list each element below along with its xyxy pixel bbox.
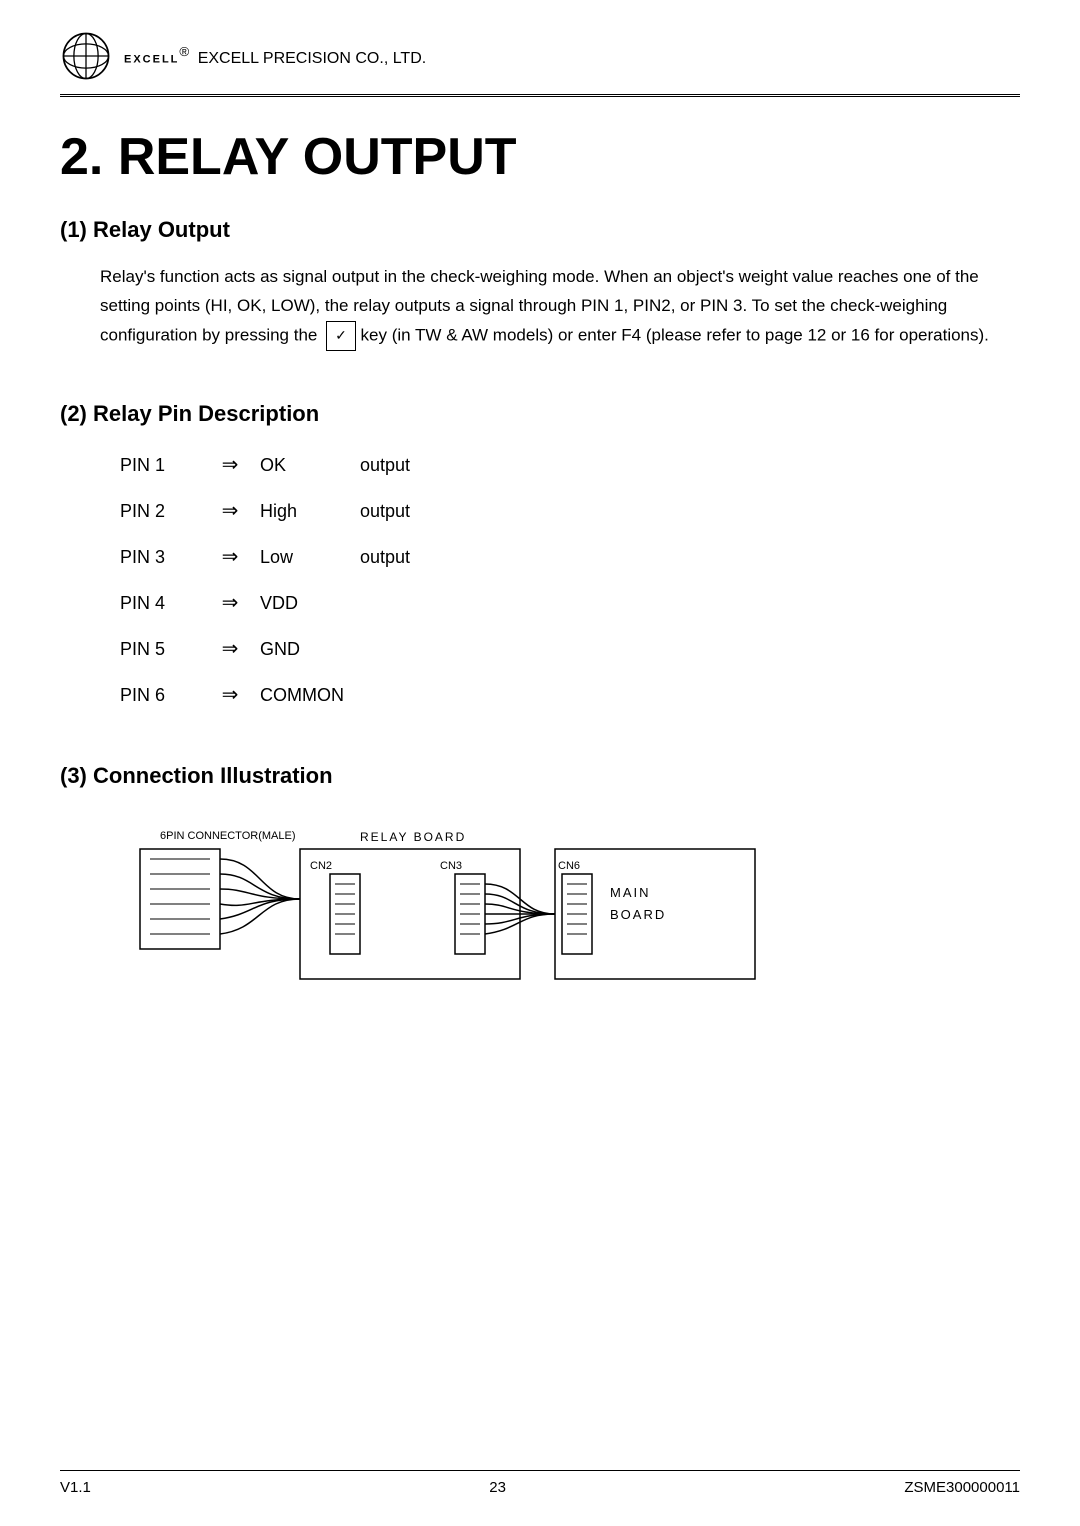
registered-mark: ® (179, 44, 189, 59)
page-container: EXCELL® EXCELL PRECISION CO., LTD. 2. RE… (0, 0, 1080, 1526)
pin-1-name: OK (260, 449, 360, 481)
pin-row-1: PIN 1 ⇒ OK output (120, 447, 1020, 483)
pin-6-label: PIN 6 (120, 679, 200, 711)
page-title: 2. RELAY OUTPUT (60, 127, 1020, 187)
pin-row-4: PIN 4 ⇒ VDD (120, 585, 1020, 621)
key-icon: ✓ (326, 321, 356, 351)
section-2-heading: (2) Relay Pin Description (60, 401, 1020, 427)
pin-2-desc: output (360, 495, 410, 527)
pin-4-label: PIN 4 (120, 587, 200, 619)
pin-3-name: Low (260, 541, 360, 573)
pin-row-6: PIN 6 ⇒ COMMON (120, 677, 1020, 713)
main-board-text-board: BOARD (610, 907, 666, 922)
section-3-heading: (3) Connection Illustration (60, 763, 1020, 789)
pin-3-arrow: ⇒ (200, 539, 260, 575)
pin-2-name: High (260, 495, 360, 527)
pin-4-arrow: ⇒ (200, 585, 260, 621)
pin-3-desc: output (360, 541, 410, 573)
pin-4-name: VDD (260, 587, 360, 619)
pin-6-arrow: ⇒ (200, 677, 260, 713)
connection-diagram: 6PIN CONNECTOR(MALE) (100, 819, 960, 1019)
logo-container: EXCELL® EXCELL PRECISION CO., LTD. (60, 30, 426, 82)
pin-1-label: PIN 1 (120, 449, 200, 481)
footer: V1.1 23 ZSME300000011 (60, 1470, 1020, 1496)
pin-5-label: PIN 5 (120, 633, 200, 665)
section-1-heading: (1) Relay Output (60, 217, 1020, 243)
pin-1-desc: output (360, 449, 410, 481)
section-connection-illustration: (3) Connection Illustration 6PIN CONNECT… (60, 763, 1020, 1019)
pin-6-name: COMMON (260, 679, 420, 711)
pin-2-arrow: ⇒ (200, 493, 260, 529)
pin-5-arrow: ⇒ (200, 631, 260, 667)
cn6-label: CN6 (558, 860, 580, 872)
footer-version: V1.1 (60, 1479, 91, 1496)
header: EXCELL® EXCELL PRECISION CO., LTD. (60, 30, 1020, 97)
cn3-label: CN3 (440, 860, 462, 872)
company-name-block: EXCELL® EXCELL PRECISION CO., LTD. (124, 44, 426, 67)
section-1-body: Relay's function acts as signal output i… (100, 263, 1020, 351)
section-relay-output: (1) Relay Output Relay's function acts a… (60, 217, 1020, 351)
pin-3-label: PIN 3 (120, 541, 200, 573)
pin-row-3: PIN 3 ⇒ Low output (120, 539, 1020, 575)
relay-board-label: RELAY BOARD (360, 830, 466, 844)
pin-table: PIN 1 ⇒ OK output PIN 2 ⇒ High output PI… (120, 447, 1020, 713)
pin-row-5: PIN 5 ⇒ GND (120, 631, 1020, 667)
excell-logo-icon (60, 30, 112, 82)
pin-5-name: GND (260, 633, 360, 665)
illustration-container: 6PIN CONNECTOR(MALE) (100, 819, 1020, 1019)
footer-doc-number: ZSME300000011 (904, 1479, 1020, 1496)
wire-bundle-left (220, 859, 300, 899)
connector-label: 6PIN CONNECTOR(MALE) (160, 830, 295, 842)
pin-1-arrow: ⇒ (200, 447, 260, 483)
cn2-label: CN2 (310, 860, 332, 872)
company-full-name: EXCELL PRECISION CO., LTD. (198, 50, 427, 67)
excell-label: EXCELL (124, 54, 179, 66)
footer-page-number: 23 (489, 1479, 506, 1496)
section-relay-pin-description: (2) Relay Pin Description PIN 1 ⇒ OK out… (60, 401, 1020, 713)
main-board-text-main: MAIN (610, 885, 651, 900)
pin-row-2: PIN 2 ⇒ High output (120, 493, 1020, 529)
pin-2-label: PIN 2 (120, 495, 200, 527)
